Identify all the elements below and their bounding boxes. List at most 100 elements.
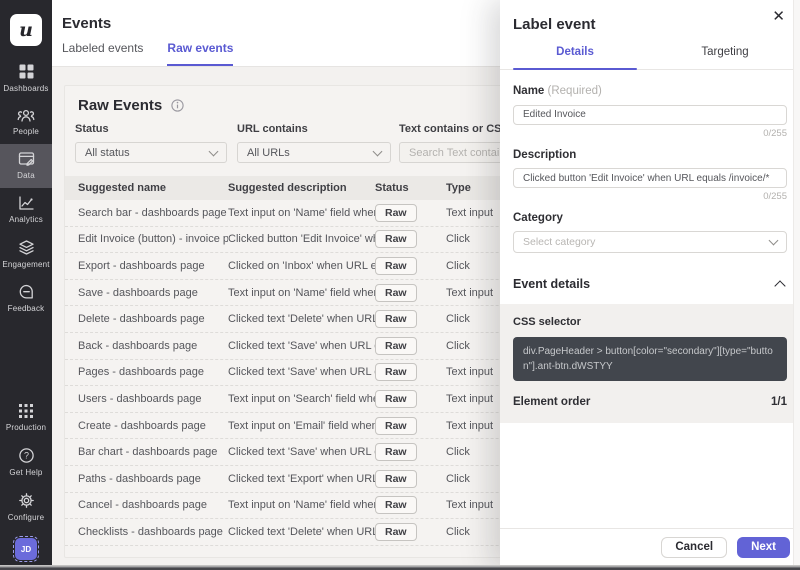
sidebar-item-get-help[interactable]: ? Get Help bbox=[0, 440, 52, 485]
description-field-label: Description bbox=[513, 149, 787, 161]
status-badge[interactable]: Raw bbox=[375, 496, 417, 514]
user-avatar[interactable]: JD bbox=[15, 538, 37, 560]
suggested-description-cell: Text input on 'Email' field when... bbox=[228, 420, 375, 432]
chevron-down-icon bbox=[769, 236, 779, 246]
status-badge[interactable]: Raw bbox=[375, 310, 417, 328]
suggested-name-cell: Pages - dashboards page bbox=[78, 366, 228, 378]
sidebar-item-data[interactable]: Data bbox=[0, 144, 52, 188]
feedback-icon bbox=[18, 284, 35, 300]
suggested-description-cell: Clicked button 'Edit Invoice' whe... bbox=[228, 233, 375, 245]
panel-body: Name (Required) 0/255 Description 0/255 … bbox=[500, 70, 800, 423]
sidebar-item-label: Data bbox=[17, 171, 35, 180]
sidebar-bottom-group: Production ? Get Help Configure bbox=[0, 396, 52, 570]
chevron-up-icon bbox=[774, 280, 785, 291]
suggested-name-cell: Edit Invoice (button) - invoice page bbox=[78, 233, 228, 245]
sidebar-item-configure[interactable]: Configure bbox=[0, 485, 52, 530]
status-badge[interactable]: Raw bbox=[375, 390, 417, 408]
status-badge[interactable]: Raw bbox=[375, 204, 417, 222]
suggested-description-cell: Text input on 'Search' field whe... bbox=[228, 393, 375, 405]
dashboards-icon bbox=[18, 63, 35, 80]
status-badge[interactable]: Raw bbox=[375, 257, 417, 275]
cancel-button[interactable]: Cancel bbox=[661, 537, 727, 559]
status-badge[interactable]: Raw bbox=[375, 230, 417, 248]
raw-events-title: Raw Events bbox=[78, 97, 162, 114]
tab-targeting[interactable]: Targeting bbox=[650, 46, 800, 69]
data-icon bbox=[18, 151, 35, 167]
event-details-title: Event details bbox=[513, 277, 590, 291]
status-filter-select[interactable]: All status bbox=[75, 142, 227, 163]
sidebar-item-dashboards[interactable]: Dashboards bbox=[0, 56, 52, 101]
sidebar-item-analytics[interactable]: Analytics bbox=[0, 188, 52, 232]
suggested-name-cell: Checklists - dashboards page bbox=[78, 526, 228, 538]
name-char-counter: 0/255 bbox=[513, 128, 787, 139]
url-filter-value: All URLs bbox=[247, 147, 290, 159]
css-selector-value: div.PageHeader > button[color="secondary… bbox=[513, 337, 787, 381]
status-badge[interactable]: Raw bbox=[375, 443, 417, 461]
window-bottom-edge bbox=[0, 565, 800, 570]
sidebar-item-label: Feedback bbox=[8, 304, 45, 313]
suggested-name-cell: Paths - dashboards page bbox=[78, 473, 228, 485]
panel-tabs: Details Targeting bbox=[500, 46, 800, 70]
description-char-counter: 0/255 bbox=[513, 191, 787, 202]
css-selector-label: CSS selector bbox=[513, 316, 787, 328]
description-input[interactable] bbox=[513, 168, 787, 188]
get-help-icon: ? bbox=[18, 447, 35, 464]
name-input[interactable] bbox=[513, 105, 787, 125]
category-select[interactable]: Select category bbox=[513, 231, 787, 253]
sidebar-item-label: People bbox=[13, 127, 39, 136]
suggested-name-cell: Users - dashboards page bbox=[78, 393, 228, 405]
column-header-suggested-description[interactable]: Suggested description bbox=[228, 182, 375, 194]
column-header-status[interactable]: Status bbox=[375, 182, 446, 194]
userpilot-logo[interactable]: u bbox=[10, 14, 42, 46]
url-filter-select[interactable]: All URLs bbox=[237, 142, 391, 163]
suggested-description-cell: Clicked text 'Save' when URL eq... bbox=[228, 366, 375, 378]
suggested-name-cell: Create - dashboards page bbox=[78, 420, 228, 432]
sidebar-item-people[interactable]: People bbox=[0, 101, 52, 144]
analytics-icon bbox=[18, 195, 35, 211]
chevron-down-icon bbox=[373, 146, 383, 156]
sidebar: u Dashboards People Data bbox=[0, 0, 52, 570]
suggested-description-cell: Clicked text 'Delete' when URL e... bbox=[228, 313, 375, 325]
status-badge[interactable]: Raw bbox=[375, 470, 417, 488]
suggested-name-cell: Save - dashboards page bbox=[78, 287, 228, 299]
status-badge[interactable]: Raw bbox=[375, 417, 417, 435]
suggested-description-cell: Clicked text 'Export' when URL e... bbox=[228, 473, 375, 485]
next-button[interactable]: Next bbox=[737, 537, 790, 559]
close-icon[interactable]: ✕ bbox=[769, 6, 788, 27]
tab-labeled-events[interactable]: Labeled events bbox=[62, 41, 143, 66]
status-badge[interactable]: Raw bbox=[375, 523, 417, 541]
status-badge[interactable]: Raw bbox=[375, 284, 417, 302]
status-badge[interactable]: Raw bbox=[375, 363, 417, 381]
page-title: Events bbox=[62, 15, 111, 32]
tab-details[interactable]: Details bbox=[500, 46, 650, 69]
panel-scrollbar[interactable] bbox=[793, 0, 800, 570]
suggested-name-cell: Export - dashboards page bbox=[78, 260, 228, 272]
event-details-header[interactable]: Event details bbox=[513, 277, 787, 291]
status-filter-label: Status bbox=[75, 123, 227, 135]
sidebar-item-label: Engagement bbox=[2, 260, 49, 269]
configure-icon bbox=[18, 492, 35, 509]
name-required-hint-text: (Required) bbox=[548, 85, 602, 97]
sidebar-item-label: Get Help bbox=[9, 468, 42, 477]
sidebar-item-engagement[interactable]: Engagement bbox=[0, 232, 52, 277]
suggested-description-cell: Clicked text 'Delete' when URL e... bbox=[228, 526, 375, 538]
category-placeholder: Select category bbox=[523, 236, 595, 248]
suggested-name-cell: Delete - dashboards page bbox=[78, 313, 228, 325]
status-badge[interactable]: Raw bbox=[375, 337, 417, 355]
sidebar-item-feedback[interactable]: Feedback bbox=[0, 277, 52, 321]
tab-raw-events[interactable]: Raw events bbox=[167, 41, 233, 66]
sidebar-item-label: Configure bbox=[8, 513, 45, 522]
engagement-icon bbox=[18, 239, 35, 256]
info-icon[interactable] bbox=[171, 99, 184, 112]
column-header-suggested-name[interactable]: Suggested name bbox=[78, 182, 228, 194]
sidebar-item-label: Dashboards bbox=[3, 84, 48, 93]
suggested-description-cell: Clicked text 'Save' when URL eq... bbox=[228, 340, 375, 352]
element-order-label: Element order bbox=[513, 396, 590, 408]
category-field-label: Category bbox=[513, 212, 787, 224]
sidebar-item-production[interactable]: Production bbox=[0, 396, 52, 440]
svg-text:?: ? bbox=[23, 451, 28, 461]
suggested-description-cell: Text input on 'Name' field when... bbox=[228, 207, 375, 219]
suggested-name-cell: Bar chart - dashboards page bbox=[78, 446, 228, 458]
suggested-description-cell: Text input on 'Name' field when... bbox=[228, 499, 375, 511]
suggested-name-cell: Search bar - dashboards page bbox=[78, 207, 228, 219]
